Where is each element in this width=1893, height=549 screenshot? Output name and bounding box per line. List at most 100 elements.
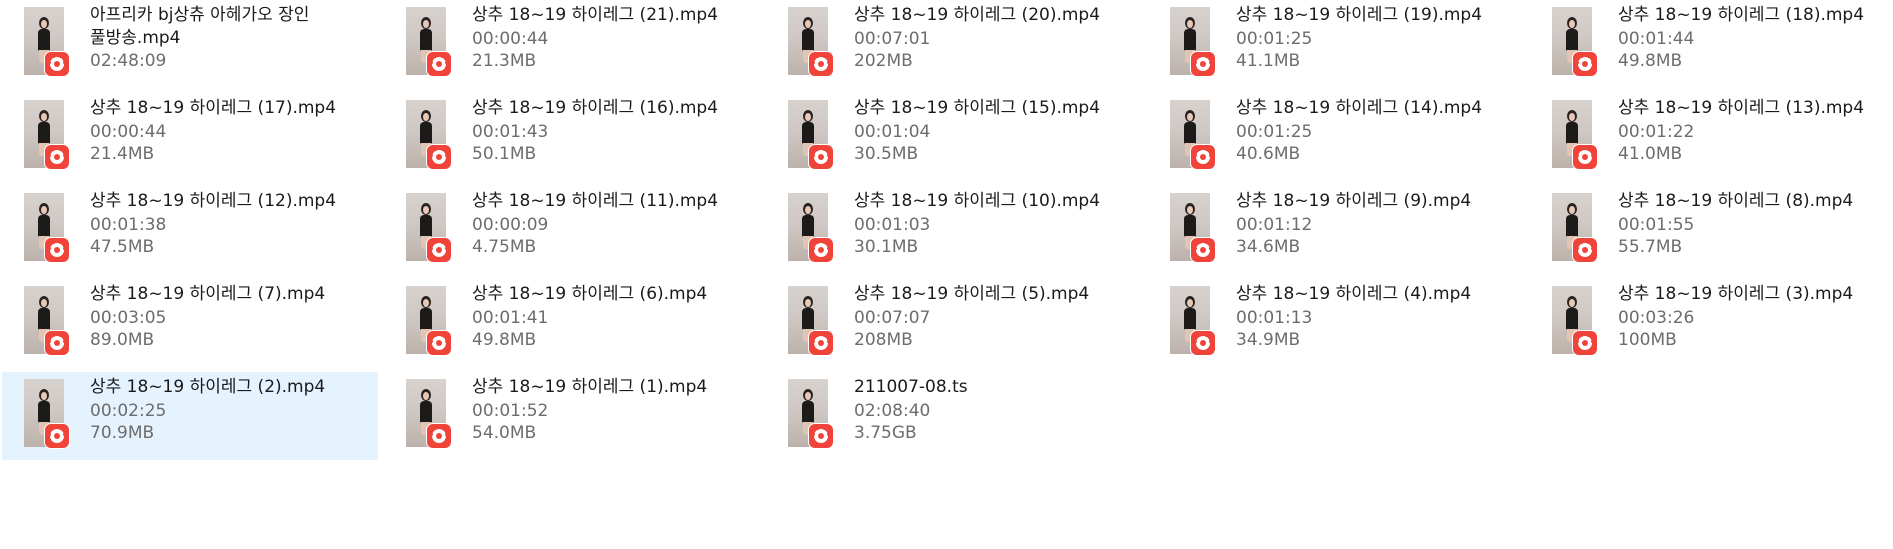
video-player-icon xyxy=(45,145,69,169)
file-duration: 00:00:09 xyxy=(472,215,549,235)
file-item[interactable]: 상추 18~19 하이레그 (1).mp4 00:01:52 54.0MB xyxy=(384,372,760,460)
file-item[interactable]: 상추 18~19 하이레그 (15).mp4 00:01:04 30.5MB xyxy=(766,93,1142,181)
file-item[interactable]: 상추 18~19 하이레그 (8).mp4 00:01:55 55.7MB xyxy=(1530,186,1893,274)
file-size: 55.7MB xyxy=(1618,237,1683,257)
file-size: 49.8MB xyxy=(1618,51,1683,71)
video-player-icon xyxy=(1573,52,1597,76)
file-item[interactable]: 상추 18~19 하이레그 (17).mp4 00:00:44 21.4MB xyxy=(2,93,378,181)
file-size: 3.75GB xyxy=(854,423,917,443)
file-item[interactable]: 상추 18~19 하이레그 (5).mp4 00:07:07 208MB xyxy=(766,279,1142,367)
video-player-icon xyxy=(427,331,451,355)
file-name: 상추 18~19 하이레그 (4).mp4 xyxy=(1236,284,1472,304)
file-item[interactable]: 211007-08.ts 02:08:40 3.75GB xyxy=(766,372,1142,460)
file-duration: 00:01:55 xyxy=(1618,215,1695,235)
file-size: 30.5MB xyxy=(854,144,919,164)
file-duration: 00:01:25 xyxy=(1236,122,1313,142)
file-duration: 02:48:09 xyxy=(90,51,167,71)
file-duration: 00:01:12 xyxy=(1236,215,1313,235)
file-item[interactable]: 상추 18~19 하이레그 (12).mp4 00:01:38 47.5MB xyxy=(2,186,378,274)
file-name: 상추 18~19 하이레그 (20).mp4 xyxy=(854,5,1101,25)
file-size: 54.0MB xyxy=(472,423,537,443)
file-size: 100MB xyxy=(1618,330,1677,350)
file-item[interactable]: 상추 18~19 하이레그 (13).mp4 00:01:22 41.0MB xyxy=(1530,93,1893,181)
file-grid: 아프리카 bj상츄 아헤가오 장인 풀방송.mp4 02:48:09 상추 18~1… xyxy=(0,0,1893,549)
file-duration: 00:01:03 xyxy=(854,215,931,235)
file-item[interactable]: 상추 18~19 하이레그 (21).mp4 00:00:44 21.3MB xyxy=(384,0,760,88)
file-name: 상추 18~19 하이레그 (14).mp4 xyxy=(1236,98,1483,118)
file-name: 상추 18~19 하이레그 (17).mp4 xyxy=(90,98,337,118)
file-duration: 00:01:25 xyxy=(1236,29,1313,49)
video-player-icon xyxy=(1573,331,1597,355)
file-name: 상추 18~19 하이레그 (10).mp4 xyxy=(854,191,1101,211)
video-player-icon xyxy=(1573,238,1597,262)
file-name: 상추 18~19 하이레그 (6).mp4 xyxy=(472,284,708,304)
video-player-icon xyxy=(427,238,451,262)
file-duration: 00:03:05 xyxy=(90,308,167,328)
file-name: 상추 18~19 하이레그 (15).mp4 xyxy=(854,98,1101,118)
file-duration: 00:01:43 xyxy=(472,122,549,142)
file-size: 49.8MB xyxy=(472,330,537,350)
file-duration: 00:07:07 xyxy=(854,308,931,328)
file-item[interactable]: 상추 18~19 하이레그 (19).mp4 00:01:25 41.1MB xyxy=(1148,0,1524,88)
file-item[interactable]: 상추 18~19 하이레그 (11).mp4 00:00:09 4.75MB xyxy=(384,186,760,274)
file-size: 30.1MB xyxy=(854,237,919,257)
file-name: 상추 18~19 하이레그 (1).mp4 xyxy=(472,377,708,397)
video-player-icon xyxy=(427,52,451,76)
file-name: 상추 18~19 하이레그 (18).mp4 xyxy=(1618,5,1865,25)
file-name: 상추 18~19 하이레그 (7).mp4 xyxy=(90,284,326,304)
file-size: 4.75MB xyxy=(472,237,537,257)
file-name: 상추 18~19 하이레그 (8).mp4 xyxy=(1618,191,1854,211)
file-item[interactable]: 상추 18~19 하이레그 (18).mp4 00:01:44 49.8MB xyxy=(1530,0,1893,88)
video-player-icon xyxy=(1573,145,1597,169)
video-player-icon xyxy=(809,52,833,76)
file-name: 상추 18~19 하이레그 (3).mp4 xyxy=(1618,284,1854,304)
file-item[interactable]: 상추 18~19 하이레그 (2).mp4 00:02:25 70.9MB xyxy=(2,372,378,460)
file-item[interactable]: 상추 18~19 하이레그 (4).mp4 00:01:13 34.9MB xyxy=(1148,279,1524,367)
file-item[interactable]: 상추 18~19 하이레그 (7).mp4 00:03:05 89.0MB xyxy=(2,279,378,367)
video-player-icon xyxy=(1191,52,1215,76)
file-duration: 00:01:13 xyxy=(1236,308,1313,328)
file-size: 21.4MB xyxy=(90,144,155,164)
video-player-icon xyxy=(427,424,451,448)
file-duration: 00:03:26 xyxy=(1618,308,1695,328)
file-item[interactable]: 상추 18~19 하이레그 (10).mp4 00:01:03 30.1MB xyxy=(766,186,1142,274)
file-item[interactable]: 상추 18~19 하이레그 (9).mp4 00:01:12 34.6MB xyxy=(1148,186,1524,274)
video-player-icon xyxy=(45,52,69,76)
video-player-icon xyxy=(45,331,69,355)
file-item[interactable]: 상추 18~19 하이레그 (6).mp4 00:01:41 49.8MB xyxy=(384,279,760,367)
file-name: 상추 18~19 하이레그 (16).mp4 xyxy=(472,98,719,118)
file-item[interactable]: 상추 18~19 하이레그 (3).mp4 00:03:26 100MB xyxy=(1530,279,1893,367)
file-name: 상추 18~19 하이레그 (2).mp4 xyxy=(90,377,326,397)
file-name: 상추 18~19 하이레그 (5).mp4 xyxy=(854,284,1090,304)
file-name: 상추 18~19 하이레그 (19).mp4 xyxy=(1236,5,1483,25)
file-item[interactable]: 상추 18~19 하이레그 (14).mp4 00:01:25 40.6MB xyxy=(1148,93,1524,181)
file-duration: 00:01:41 xyxy=(472,308,549,328)
file-item[interactable]: 상추 18~19 하이레그 (20).mp4 00:07:01 202MB xyxy=(766,0,1142,88)
file-duration: 00:01:04 xyxy=(854,122,931,142)
file-name: 상추 18~19 하이레그 (9).mp4 xyxy=(1236,191,1472,211)
file-name: 상추 18~19 하이레그 (12).mp4 xyxy=(90,191,337,211)
file-name: 아프리카 bj상츄 아헤가오 장인 풀방송.mp4 xyxy=(90,5,310,48)
file-name: 211007-08.ts xyxy=(854,377,968,397)
file-size: 50.1MB xyxy=(472,144,537,164)
video-player-icon xyxy=(809,238,833,262)
video-player-icon xyxy=(809,145,833,169)
video-player-icon xyxy=(427,145,451,169)
file-size: 47.5MB xyxy=(90,237,155,257)
file-duration: 00:00:44 xyxy=(90,122,167,142)
file-duration: 00:02:25 xyxy=(90,401,167,421)
file-size: 41.0MB xyxy=(1618,144,1683,164)
video-player-icon xyxy=(1191,145,1215,169)
file-name: 상추 18~19 하이레그 (13).mp4 xyxy=(1618,98,1865,118)
file-size: 40.6MB xyxy=(1236,144,1301,164)
file-name: 상추 18~19 하이레그 (21).mp4 xyxy=(472,5,719,25)
video-player-icon xyxy=(1191,331,1215,355)
file-size: 89.0MB xyxy=(90,330,155,350)
file-duration: 02:08:40 xyxy=(854,401,931,421)
file-size: 34.6MB xyxy=(1236,237,1301,257)
file-item[interactable]: 아프리카 bj상츄 아헤가오 장인 풀방송.mp4 02:48:09 xyxy=(2,0,378,88)
file-size: 70.9MB xyxy=(90,423,155,443)
file-item[interactable]: 상추 18~19 하이레그 (16).mp4 00:01:43 50.1MB xyxy=(384,93,760,181)
file-size: 21.3MB xyxy=(472,51,537,71)
file-duration: 00:00:44 xyxy=(472,29,549,49)
